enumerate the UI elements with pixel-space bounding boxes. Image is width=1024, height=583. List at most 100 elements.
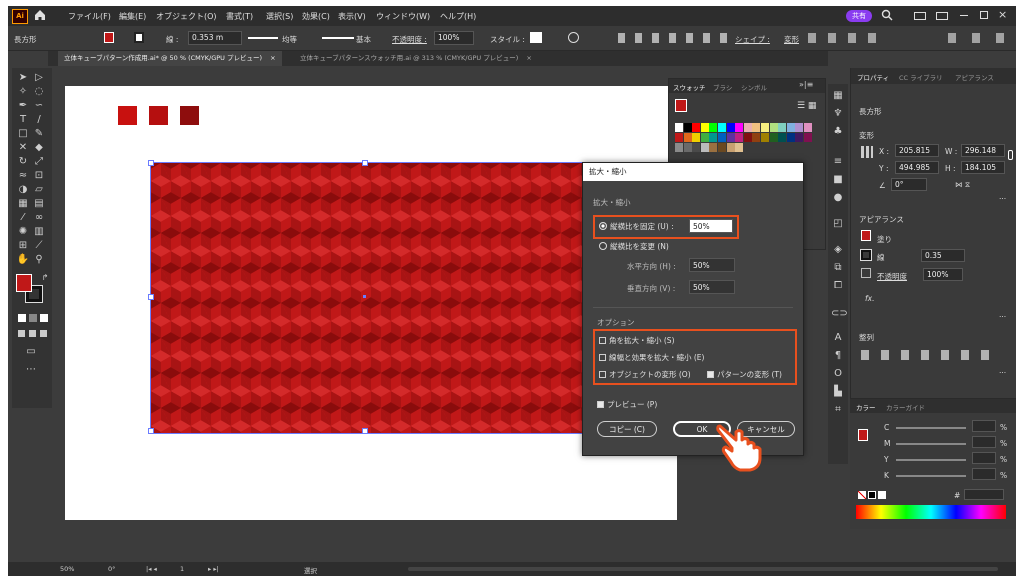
none-swatch[interactable] — [858, 491, 866, 499]
vertical-scale-input[interactable]: 50% — [689, 280, 735, 294]
symbols-panel-icon[interactable]: ♣ — [831, 126, 845, 138]
swatch[interactable] — [683, 143, 692, 152]
selection-handle[interactable] — [148, 428, 154, 434]
swatch[interactable] — [718, 123, 726, 132]
swatch[interactable] — [692, 123, 701, 132]
line-tool-icon[interactable]: / — [32, 114, 46, 126]
tab-properties[interactable]: プロパティ — [857, 72, 889, 82]
horizontal-scrollbar[interactable] — [408, 567, 998, 571]
swatch[interactable] — [700, 143, 709, 152]
mesh-icon[interactable]: ▦ — [16, 198, 30, 210]
swatch[interactable] — [683, 133, 692, 142]
color-spectrum[interactable] — [856, 505, 1006, 519]
menu-edit[interactable]: 編集(E) — [119, 11, 146, 22]
swatch[interactable] — [804, 133, 812, 142]
tab-appearance[interactable]: アピアランス — [955, 72, 994, 82]
swatch[interactable] — [675, 133, 683, 142]
copy-button[interactable]: コピー (C) — [597, 421, 657, 437]
channel-y-slider[interactable] — [896, 459, 966, 461]
reference-point-icon[interactable] — [861, 146, 873, 158]
swatch[interactable] — [735, 123, 744, 132]
artboard-tool-icon[interactable]: ⊞ — [16, 240, 30, 252]
swatch[interactable] — [769, 123, 778, 132]
close-window-icon[interactable]: × — [998, 8, 1007, 21]
menu-type[interactable]: 書式(T) — [226, 11, 253, 22]
nonuniform-radio[interactable]: 縦横比を変更 (N) — [599, 241, 669, 252]
recolor-icon[interactable] — [568, 32, 579, 43]
fx-button[interactable]: fx. — [865, 294, 874, 303]
swatch[interactable] — [761, 133, 769, 142]
swatch[interactable] — [735, 143, 744, 152]
stroke-color-swatch[interactable] — [134, 32, 144, 43]
y-field[interactable]: 494.985 — [895, 161, 939, 174]
channel-y-field[interactable] — [972, 452, 996, 464]
swatch[interactable] — [726, 143, 735, 152]
swap-colors-icon[interactable]: ↱ — [38, 272, 52, 284]
appearance-opacity-label[interactable]: 不透明度 — [877, 271, 907, 282]
paragraph-panel-icon[interactable]: ¶ — [831, 350, 845, 362]
transform-icons[interactable] — [808, 33, 888, 43]
opacity-label[interactable]: 不透明度 : — [392, 34, 427, 45]
swatch[interactable] — [718, 133, 726, 142]
color-fill-swatch[interactable] — [858, 429, 868, 441]
more-appearance-options[interactable]: ... — [999, 310, 1006, 319]
swatch[interactable] — [743, 123, 752, 132]
swatch[interactable] — [675, 143, 683, 152]
channel-c-field[interactable] — [972, 420, 996, 432]
tab-symbols[interactable]: シンボル — [741, 82, 767, 92]
restore-icon[interactable] — [980, 11, 988, 19]
appearance-stroke-swatch[interactable] — [860, 249, 872, 261]
list-view-icon[interactable]: ☰ ▦ — [797, 101, 816, 111]
share-button[interactable]: 共有 — [846, 10, 872, 22]
rotate-icon[interactable]: ↻ — [16, 156, 30, 168]
selection-handle[interactable] — [148, 160, 154, 166]
swatch[interactable] — [795, 133, 804, 142]
fill-swatch-large[interactable] — [16, 274, 32, 292]
swatch[interactable] — [675, 123, 683, 132]
swatch-fill-icon[interactable] — [675, 99, 687, 112]
channel-k-slider[interactable] — [896, 475, 966, 477]
x-field[interactable]: 205.815 — [895, 144, 939, 157]
shape-label[interactable]: シェイプ : — [735, 34, 770, 45]
swatch[interactable] — [795, 123, 804, 132]
swatch[interactable] — [735, 133, 744, 142]
close-tab-icon[interactable]: × — [270, 54, 275, 62]
pen-tool-icon[interactable]: ✒ — [16, 100, 30, 112]
swatch[interactable] — [752, 133, 761, 142]
swatch[interactable] — [786, 133, 795, 142]
gradient-icon[interactable]: ▤ — [32, 198, 46, 210]
menu-window[interactable]: ウィンドウ(W) — [376, 11, 430, 22]
tab-document-1[interactable]: 立体キューブパターン作成用.ai* @ 50 % (CMYK/GPU プレビュー… — [58, 51, 282, 66]
asset-export-icon[interactable]: ⧠ — [831, 280, 845, 292]
zoom-tool-icon[interactable]: ⚲ — [32, 254, 46, 266]
flip-icons[interactable]: ⋈ ⧖ — [955, 180, 970, 190]
close-tab-icon[interactable]: × — [526, 54, 531, 62]
arrange-icon[interactable] — [936, 12, 948, 20]
channel-m-slider[interactable] — [896, 443, 966, 445]
eyedropper-icon[interactable]: ⁄ — [16, 212, 30, 224]
hand-tool-icon[interactable]: ✋ — [16, 254, 30, 266]
channel-m-field[interactable] — [972, 436, 996, 448]
angle-field[interactable]: 0° — [891, 178, 927, 191]
free-transform-icon[interactable]: ⊡ — [32, 170, 46, 182]
swatch[interactable] — [778, 123, 787, 132]
artboard-number[interactable]: 1 — [180, 565, 184, 573]
transform-patterns-checkbox[interactable]: パターンの変形 (T) — [707, 369, 782, 380]
type-tool-icon[interactable]: T — [16, 114, 30, 126]
fill-color-swatch[interactable] — [104, 32, 114, 43]
appearance-panel-icon[interactable]: ◰ — [831, 218, 845, 230]
tab-color-guide[interactable]: カラーガイド — [886, 402, 925, 412]
more-transform-options[interactable]: ... — [999, 192, 1006, 201]
stroke-weight-field[interactable]: 0.353 m — [188, 31, 242, 45]
red-square-3[interactable] — [180, 106, 199, 125]
hex-field[interactable] — [964, 489, 1004, 500]
swatch[interactable] — [743, 133, 752, 142]
workspace-icon[interactable] — [914, 12, 926, 20]
white-swatch[interactable] — [878, 491, 886, 499]
eraser-icon[interactable]: ◆ — [32, 142, 46, 154]
transparency-panel-icon[interactable]: ● — [831, 192, 845, 204]
stroke-profile-label[interactable]: 均等 — [282, 34, 297, 45]
slice-icon[interactable]: ⟋ — [32, 240, 46, 252]
style-swatch[interactable] — [530, 32, 542, 43]
panel-menu-icon[interactable]: »|≡ — [799, 80, 813, 89]
